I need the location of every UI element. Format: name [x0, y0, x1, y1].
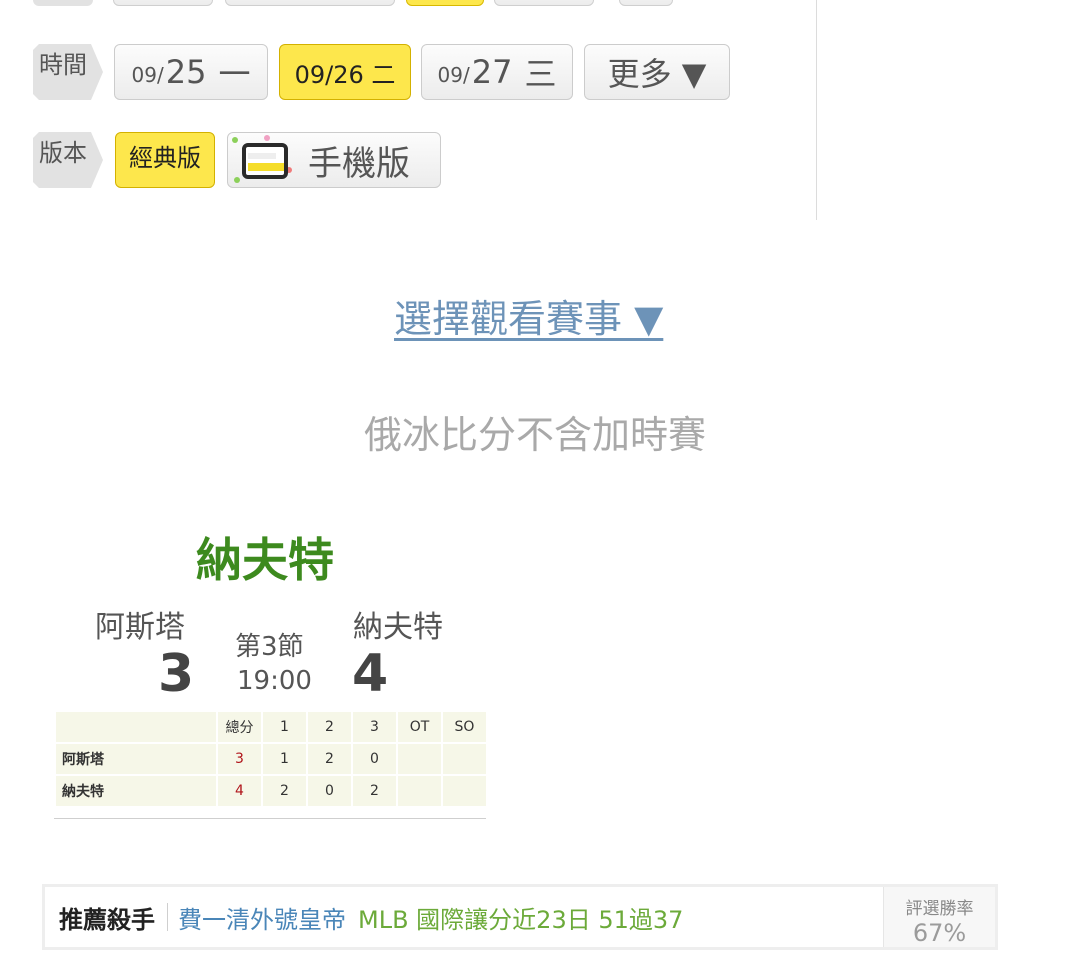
date-month: 09/ [131, 63, 164, 87]
mobile-version-label: 手機版 [308, 143, 410, 184]
top-row-button[interactable] [619, 0, 673, 6]
time-tag: 時間 [33, 44, 103, 100]
header-cell: 3 [351, 710, 398, 744]
date-weekday: 三 [524, 55, 557, 93]
top-row-button[interactable] [225, 0, 395, 6]
row-so [441, 742, 488, 776]
away-score: 3 [158, 644, 195, 704]
boxscore-divider [54, 818, 486, 819]
game-title: 納夫特 [196, 533, 334, 587]
game-period: 第3節 [235, 632, 304, 662]
date-day: 25 [165, 53, 207, 91]
header-cell: 2 [306, 710, 353, 744]
row-team: 阿斯塔 [54, 742, 218, 776]
row-p2: 0 [306, 774, 353, 808]
recommend-banner[interactable]: 推薦殺手 費一清外號皇帝 MLB 國際讓分近23日 51過37 評選勝率 67% [42, 884, 998, 950]
classic-version-button[interactable]: 經典版 [115, 132, 215, 188]
phone-icon [228, 135, 294, 183]
version-tag: 版本 [33, 132, 103, 188]
date-button-0927[interactable]: 09/ 27 三 [421, 44, 573, 100]
home-score: 4 [352, 644, 389, 704]
banner-record: MLB 國際讓分近23日 51過37 [358, 905, 684, 934]
row-p3: 2 [351, 774, 398, 808]
row-so [441, 774, 488, 808]
header-cell: SO [441, 710, 488, 744]
top-row-button-selected[interactable] [406, 0, 484, 6]
header-cell [54, 710, 218, 744]
banner-divider [167, 903, 168, 931]
time-tag-label: 時間 [39, 51, 87, 79]
banner-title: 推薦殺手 [59, 905, 155, 934]
column-divider [816, 0, 817, 220]
boxscore-header-row: 總分 1 2 3 OT SO [54, 710, 488, 744]
mobile-version-button[interactable]: 手機版 [227, 132, 441, 188]
date-day: 27 [471, 53, 513, 91]
game-time: 19:00 [237, 666, 312, 696]
header-cell: OT [396, 710, 443, 744]
away-team-name: 阿斯塔 [95, 610, 185, 645]
win-rate-label: 評選勝率 [905, 899, 974, 919]
home-team-name: 納夫特 [353, 610, 443, 645]
date-month: 09/ [437, 63, 470, 87]
win-rate-box: 評選勝率 67% [883, 887, 995, 947]
version-tag-label: 版本 [39, 139, 87, 167]
row-total: 4 [216, 774, 263, 808]
banner-user-link[interactable]: 費一清外號皇帝 [178, 900, 346, 935]
win-rate-value: 67% [912, 919, 967, 947]
row-p1: 1 [261, 742, 308, 776]
date-button-0925[interactable]: 09/ 25 一 [114, 44, 268, 100]
header-cell: 1 [261, 710, 308, 744]
more-dates-button[interactable]: 更多 ▼ [584, 44, 730, 100]
row-p3: 0 [351, 742, 398, 776]
table-row: 阿斯塔 3 1 2 0 [54, 742, 488, 776]
top-row-button[interactable] [113, 0, 213, 6]
boxscore-table: 總分 1 2 3 OT SO 阿斯塔 3 1 2 0 納夫特 4 2 0 2 [54, 710, 488, 808]
more-dates-label: 更多 ▼ [607, 55, 707, 93]
row-total: 3 [216, 742, 263, 776]
table-row: 納夫特 4 2 0 2 [54, 774, 488, 808]
score-note: 俄冰比分不含加時賽 [364, 413, 707, 457]
top-row-button[interactable] [494, 0, 594, 6]
header-cell: 總分 [216, 710, 263, 744]
top-row-tag [33, 0, 93, 6]
row-ot [396, 742, 443, 776]
row-p1: 2 [261, 774, 308, 808]
date-button-0926-selected[interactable]: 09/26 二 [279, 44, 411, 100]
row-p2: 2 [306, 742, 353, 776]
select-event-link[interactable]: 選擇觀看賽事 ▼ [394, 288, 663, 343]
row-team: 納夫特 [54, 774, 218, 808]
classic-version-label: 經典版 [129, 143, 201, 172]
row-ot [396, 774, 443, 808]
date-weekday: 一 [218, 55, 251, 93]
date-full: 09/26 二 [294, 60, 396, 89]
